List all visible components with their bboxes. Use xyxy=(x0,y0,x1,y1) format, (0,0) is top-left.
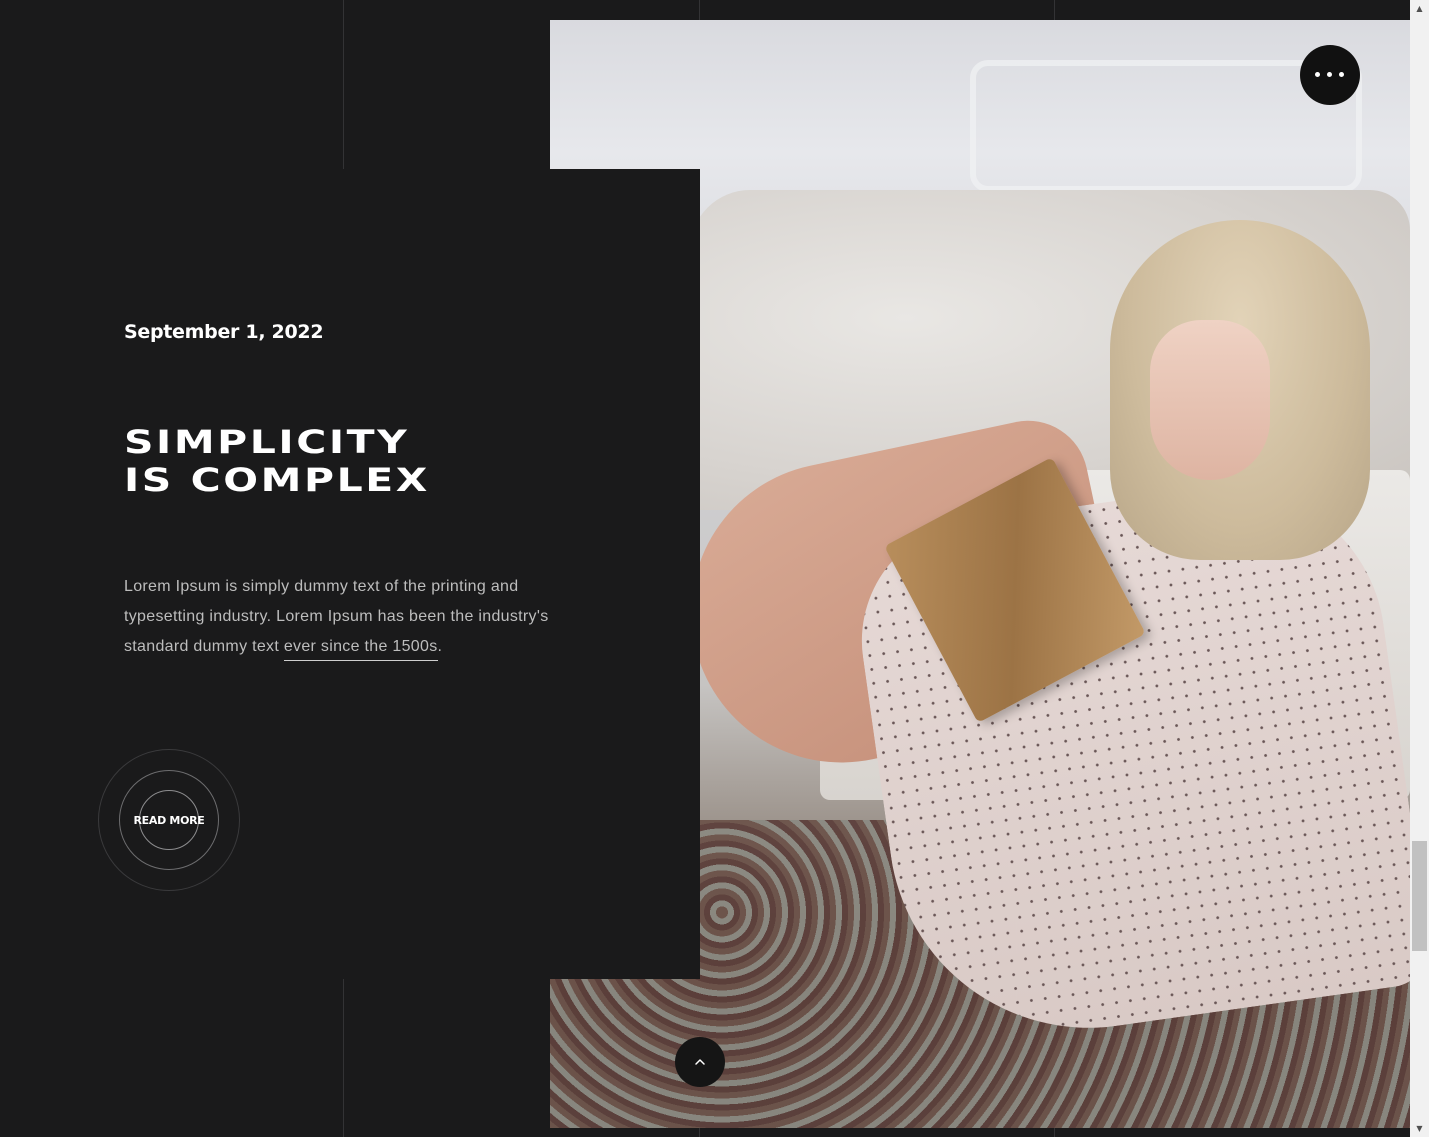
post-title-line-2: IS COMPLEX xyxy=(124,461,430,499)
chevron-up-icon xyxy=(695,1059,705,1065)
photo-face xyxy=(1150,320,1270,480)
dot xyxy=(1315,72,1320,77)
grid-line xyxy=(699,1128,700,1137)
menu-button[interactable] xyxy=(1300,45,1360,105)
post-description-link[interactable]: ever since the 1500s xyxy=(283,638,438,661)
scrollbar[interactable]: ▲ ▼ xyxy=(1410,0,1429,1137)
grid-line xyxy=(1054,1128,1055,1137)
scroll-down-arrow-icon[interactable]: ▼ xyxy=(1410,1120,1429,1137)
post-title[interactable]: SIMPLICITY IS COMPLEX xyxy=(124,423,430,499)
grid-line xyxy=(343,979,344,1137)
post-date: September 1, 2022 xyxy=(124,321,324,343)
grid-line xyxy=(343,0,344,169)
post-title-line-1: SIMPLICITY xyxy=(124,423,410,461)
grid-line xyxy=(1054,0,1055,20)
page: September 1, 2022 SIMPLICITY IS COMPLEX … xyxy=(0,0,1429,1137)
post-description-end: . xyxy=(437,638,443,655)
scrollbar-thumb[interactable] xyxy=(1412,841,1427,951)
dot xyxy=(1327,72,1332,77)
grid-line xyxy=(699,0,700,20)
scroll-to-top-button[interactable] xyxy=(675,1037,725,1087)
read-more-button[interactable]: READ MORE xyxy=(98,749,240,891)
dot xyxy=(1339,72,1344,77)
post-description: Lorem Ipsum is simply dummy text of the … xyxy=(124,572,564,662)
scroll-up-arrow-icon[interactable]: ▲ xyxy=(1410,0,1429,17)
read-more-label: READ MORE xyxy=(133,814,205,827)
